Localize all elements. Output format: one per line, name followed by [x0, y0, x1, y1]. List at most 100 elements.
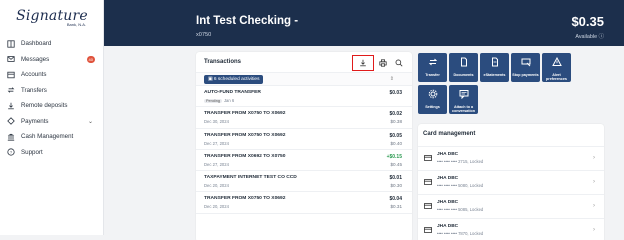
- search-button[interactable]: [392, 57, 406, 70]
- transaction-running-balance: $0.38: [390, 119, 403, 125]
- estatements-button[interactable]: eStatements: [480, 53, 509, 82]
- transaction-row[interactable]: TRANSFER FROM X0750 TO X0692 Dec 20, 2024…: [196, 192, 412, 214]
- transaction-description: TRANSFER FROM X0750 TO X0692: [204, 111, 286, 117]
- account-header: Int Test Checking - x0750 $0.35 Availabl…: [104, 0, 624, 46]
- print-icon: [379, 59, 387, 67]
- documents-button[interactable]: Documents: [449, 53, 478, 82]
- credit-card-icon: [424, 155, 432, 161]
- transaction-amount: $0.04: [389, 196, 402, 203]
- transaction-running-balance: $0.30: [390, 183, 403, 189]
- stop-payments-button[interactable]: Stop payments: [511, 53, 540, 82]
- action-label: Stop payments: [512, 73, 539, 77]
- sidebar-item-label: Accounts: [21, 71, 47, 79]
- card-row[interactable]: JHA DBC •••• •••• •••• 7870, Locked ›: [418, 218, 604, 240]
- attach-to-a-conversation-button[interactable]: Attach to a conversation: [449, 85, 478, 114]
- sidebar-item-support[interactable]: ? Support: [0, 145, 104, 161]
- credit-card-icon: [424, 227, 432, 233]
- transactions-toolbar: [350, 55, 406, 71]
- sidebar-item-label: Dashboard: [21, 40, 52, 48]
- transaction-date-line: Dec 27, 2024: [204, 162, 229, 167]
- card-row[interactable]: JHA DBC •••• •••• •••• 5080, Locked ›: [418, 170, 604, 194]
- alert-preferences-button[interactable]: Alert preferences: [542, 53, 571, 82]
- estatement-icon: [491, 57, 498, 67]
- card-row[interactable]: JHA DBC •••• •••• •••• 2715, Locked ›: [418, 146, 604, 170]
- download-icon: [360, 59, 366, 67]
- card-detail: •••• •••• •••• 7870, Locked: [437, 231, 484, 236]
- sidebar-item-label: Support: [21, 148, 43, 156]
- transactions-panel: Transactions ▣ 6 scheduled activities ⇕ …: [196, 52, 412, 240]
- bank-logo[interactable]: Signature Bank, N.A.: [12, 8, 92, 32]
- sidebar-item-messages[interactable]: Messages 40: [0, 52, 104, 68]
- card-detail: •••• •••• •••• 5085, Locked: [437, 207, 484, 212]
- transactions-list: AUTO-FUND TRANSFER Pending Jan 6 $0.03 TRANS…: [196, 86, 412, 214]
- transaction-date: Jan 6: [223, 98, 235, 103]
- action-label: Attach to a conversation: [452, 105, 475, 113]
- dashboard-icon: [7, 40, 15, 48]
- transfer-arrows-icon: [428, 58, 437, 66]
- transaction-row[interactable]: TAXPAYMENT INTERNET TEST CO CCD Dec 20, 2…: [196, 171, 412, 193]
- card-name: JHA DBC: [437, 200, 459, 205]
- transaction-row[interactable]: TRANSFER FROM X0750 TO X0692 Dec 27, 2024…: [196, 129, 412, 150]
- sidebar-item-remote-deposits[interactable]: Remote deposits: [0, 98, 104, 114]
- transaction-row[interactable]: TRANSFER FROM X0692 TO X0750 Dec 27, 2024…: [196, 150, 412, 172]
- transaction-description: TAXPAYMENT INTERNET TEST CO CCD: [204, 175, 297, 181]
- account-title[interactable]: Int Test Checking -: [196, 15, 298, 27]
- card-management-panel: Card management JHA DBC •••• •••• •••• 27…: [418, 124, 604, 240]
- transaction-amount: $0.01: [389, 175, 402, 182]
- action-label: eStatements: [483, 73, 506, 77]
- transfer-icon: [7, 86, 15, 94]
- scheduled-activities-pill[interactable]: ▣ 6 scheduled activities: [204, 74, 264, 84]
- envelope-icon: [7, 55, 15, 63]
- sidebar-item-label: Messages: [21, 55, 50, 63]
- accounts-icon: [7, 71, 15, 79]
- sidebar-item-label: Cash Management: [21, 133, 74, 141]
- sort-icon[interactable]: ⇕: [390, 76, 394, 82]
- transaction-date: Dec 27, 2024: [204, 161, 229, 167]
- transaction-running-balance: $0.31: [390, 204, 403, 210]
- transaction-date-line: Dec 27, 2024: [204, 141, 229, 146]
- sidebar: Signature Bank, N.A. Dashboard Messages …: [0, 0, 104, 235]
- print-button[interactable]: [376, 57, 390, 70]
- scheduled-activities-row[interactable]: ▣ 6 scheduled activities ⇕: [196, 72, 412, 86]
- transaction-row[interactable]: TRANSFER FROM X0750 TO X0692 Dec 30, 2024…: [196, 107, 412, 129]
- credit-card-icon: [424, 203, 432, 209]
- sidebar-item-transfers[interactable]: Transfers: [0, 83, 104, 99]
- sidebar-item-cash-management[interactable]: Cash Management: [0, 129, 104, 145]
- remote-deposit-icon: [7, 102, 15, 110]
- action-label: Settings: [425, 105, 440, 109]
- document-icon: [460, 57, 467, 67]
- transaction-description: TRANSFER FROM X0750 TO X0692: [204, 132, 286, 138]
- chevron-right-icon: ›: [593, 227, 595, 233]
- gear-icon: [428, 89, 437, 99]
- transaction-date: Dec 20, 2024: [204, 183, 229, 189]
- search-icon: [395, 59, 403, 67]
- alert-icon: [551, 56, 562, 66]
- action-label: Documents: [453, 73, 474, 77]
- card-row[interactable]: JHA DBC •••• •••• •••• 5085, Locked ›: [418, 194, 604, 218]
- transfer-button[interactable]: Transfer: [418, 53, 447, 82]
- download-button[interactable]: [352, 55, 374, 71]
- pending-badge: Pending: [204, 99, 222, 103]
- card-detail: •••• •••• •••• 2715, Locked: [437, 159, 484, 164]
- available-label[interactable]: Available ⓘ: [575, 32, 604, 40]
- card-name: JHA DBC: [437, 176, 459, 181]
- sidebar-item-payments[interactable]: Payments ⌄: [0, 114, 104, 130]
- sidebar-nav: Dashboard Messages 40 Accounts Transfers…: [0, 36, 104, 160]
- transaction-row[interactable]: AUTO-FUND TRANSFER Pending Jan 6 $0.03: [196, 86, 412, 108]
- card-management-title: Card management: [423, 131, 476, 137]
- transaction-running-balance: $0.40: [390, 140, 403, 146]
- account-name: Int Test Checking: [196, 15, 291, 27]
- sidebar-item-accounts[interactable]: Accounts: [0, 67, 104, 83]
- unread-badge: 40: [86, 55, 95, 63]
- account-balance: $0.35: [571, 14, 604, 29]
- settings-button[interactable]: Settings: [418, 85, 447, 114]
- transaction-date: Dec 27, 2024: [204, 140, 229, 146]
- transaction-date: Dec 20, 2024: [204, 204, 229, 210]
- transaction-running-balance: $0.45: [390, 161, 403, 167]
- transaction-description: TRANSFER FROM X0750 TO X0692: [204, 196, 286, 202]
- sidebar-item-dashboard[interactable]: Dashboard: [0, 36, 104, 52]
- transaction-date-line: Dec 20, 2024: [204, 204, 229, 209]
- transaction-amount: $0.05: [389, 132, 402, 139]
- chevron-down-icon[interactable]: ⌄: [88, 118, 93, 125]
- transaction-date-line: Pending Jan 6: [204, 98, 234, 103]
